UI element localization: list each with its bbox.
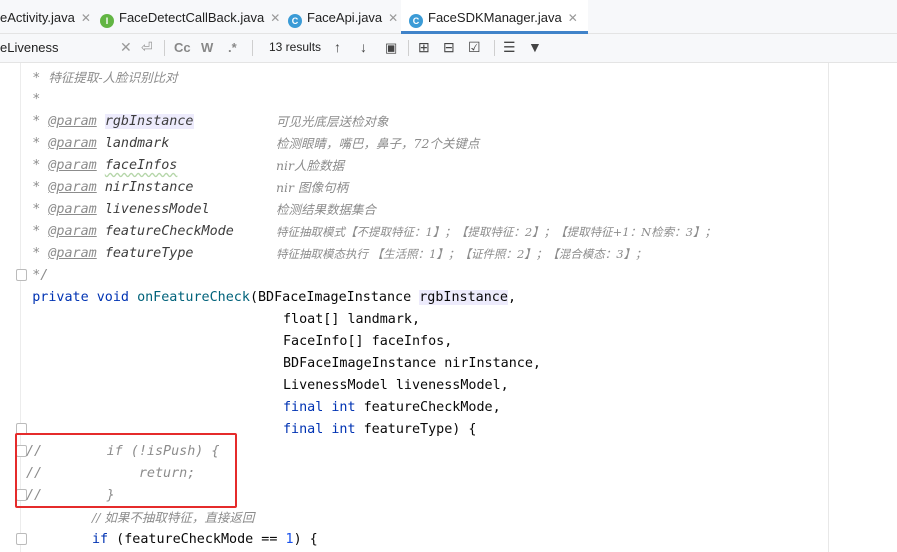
tab-face-sdk-manager[interactable]: C FaceSDKManager.java ✕ [401, 0, 588, 34]
code-line: * [0, 92, 41, 107]
divider [494, 40, 495, 56]
code-line: final int featureCheckMode, [283, 400, 501, 415]
close-icon[interactable]: ✕ [568, 11, 578, 25]
regex-toggle[interactable]: .* [228, 34, 237, 62]
code-line: final int featureType) { [283, 422, 477, 437]
match-case-toggle[interactable]: Cc [174, 34, 191, 62]
code-line: if (featureCheckMode == 1) { [92, 532, 318, 547]
tab-face-detect-callback[interactable]: I FaceDetectCallBack.java ✕ [100, 0, 280, 33]
code-line: */ [0, 268, 49, 283]
tab-face-api[interactable]: C FaceApi.java ✕ [288, 0, 398, 33]
code-line: * @param faceInfos [0, 158, 178, 173]
interface-icon: I [100, 14, 114, 28]
code-line: FaceInfo[] faceInfos, [283, 334, 453, 349]
code-line: * @param rgbInstance [0, 114, 194, 129]
method-signature: private void onFeatureCheck(BDFaceImageI… [32, 290, 516, 305]
filter-icon[interactable]: ▼ [528, 34, 542, 62]
search-input[interactable]: eLiveness [0, 34, 59, 62]
code-line: BDFaceImageInstance nirInstance, [283, 356, 541, 371]
class-icon: C [409, 14, 423, 28]
code-line: * @param livenessModel [0, 202, 210, 217]
tab-activity[interactable]: eActivity.java ✕ [0, 0, 91, 33]
result-count: 13 results [269, 40, 322, 54]
close-icon[interactable]: ✕ [388, 11, 398, 25]
divider [164, 40, 165, 56]
right-margin-guide [828, 63, 829, 552]
code-line: LivenessModel livenessModel, [283, 378, 509, 393]
code-line: * @param nirInstance [0, 180, 194, 195]
code-editor[interactable]: * 特征提取-人脸识别比对 * * @param rgbInstance 可见光… [0, 63, 897, 552]
code-line: * @param featureType [0, 246, 194, 261]
code-line: float[] landmark, [283, 312, 421, 327]
code-line: * @param landmark [0, 136, 170, 151]
fold-marker-icon[interactable] [16, 533, 27, 545]
clear-icon[interactable]: ✕ [120, 34, 132, 62]
editor-tab-bar: eActivity.java ✕ I FaceDetectCallBack.java… [0, 0, 897, 34]
add-selection-icon[interactable]: ⊞ [418, 34, 430, 62]
find-bar: eLiveness ✕ ⏎ Cc W .* 13 results ↑ ↓ ▣ ⊞… [0, 34, 897, 63]
words-toggle[interactable]: W [201, 34, 213, 62]
code-line: // 如果不抽取特征，直接返回 [92, 510, 255, 525]
highlight-box [15, 433, 237, 508]
code-line: * 特征提取-人脸识别比对 [0, 70, 178, 86]
divider [408, 40, 409, 56]
next-occurrence-icon[interactable]: ↓ [360, 34, 367, 62]
filter-list-icon[interactable]: ☰ [503, 34, 516, 62]
class-icon: C [288, 14, 302, 28]
code-line: * @param featureCheckMode [0, 224, 234, 239]
close-icon[interactable]: ✕ [81, 11, 91, 25]
open-in-window-icon[interactable]: ▣ [385, 34, 397, 62]
new-line-icon[interactable]: ⏎ [141, 34, 153, 62]
previous-occurrence-icon[interactable]: ↑ [334, 34, 341, 62]
select-all-occurrences-icon[interactable]: ☑ [468, 34, 481, 62]
close-icon[interactable]: ✕ [270, 11, 280, 25]
remove-selection-icon[interactable]: ⊟ [443, 34, 455, 62]
divider [252, 40, 253, 56]
